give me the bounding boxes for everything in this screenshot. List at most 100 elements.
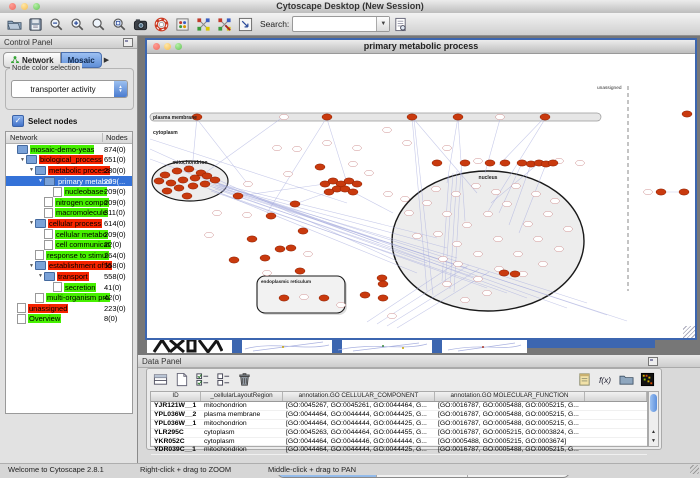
expand-arrow-icon[interactable]: ▼ (28, 220, 35, 226)
app-title: Cytoscape Desktop (New Session) (0, 1, 700, 11)
matrix-icon[interactable] (638, 370, 657, 389)
zoom-out-icon[interactable] (47, 15, 66, 34)
tree-row[interactable]: cellular metabo209(0) (6, 229, 132, 240)
attribute-table[interactable]: ID_cellularLayoutRegionannotation.GO CEL… (150, 391, 648, 447)
tree-row[interactable]: Overview8(0) (6, 314, 132, 325)
data-panel-title: Data Panel (142, 357, 182, 366)
vizmapper-icon[interactable] (236, 15, 255, 34)
table-scrollbar[interactable]: ▲ ▼ (648, 391, 659, 447)
scroll-up-icon[interactable]: ▲ (649, 428, 658, 437)
table-row[interactable]: YPL036W__1mitochondrion[GO:0044464, GO:0… (151, 420, 647, 429)
file-icon (35, 250, 44, 260)
search-label: Search: (260, 19, 289, 29)
folder-icon (35, 166, 46, 175)
tab-overflow-arrow[interactable]: ▶ (104, 56, 109, 64)
tree-row[interactable]: nitrogen compo209(0) (6, 197, 132, 208)
tree-row[interactable]: ▼primary metabol209(... (6, 176, 132, 187)
scroll-down-icon[interactable]: ▼ (649, 437, 658, 446)
network-canvas[interactable]: plasma membranecytoplasmmitochondrionnuc… (147, 53, 695, 332)
tree-row[interactable]: response to stimul264(0) (6, 250, 132, 261)
network-edit-icon[interactable] (215, 15, 234, 34)
table-row[interactable]: YLR295Ccytoplasm[GO:0045263, GO:0044464,… (151, 429, 647, 438)
expand-arrow-icon[interactable]: ▼ (37, 178, 44, 184)
file-icon (17, 314, 26, 324)
search-combobox[interactable]: ▼ (292, 16, 390, 32)
float-panel-icon[interactable] (123, 38, 133, 47)
formula-icon[interactable]: f(x) (596, 370, 615, 389)
view-resize-grip[interactable] (683, 326, 695, 338)
file-icon (53, 282, 62, 292)
attr-new-icon[interactable] (172, 370, 191, 389)
folder-icon (17, 145, 28, 154)
tree-row[interactable]: secretion41(0) (6, 282, 132, 293)
window-resize-grip[interactable] (690, 465, 699, 474)
expand-arrow-icon[interactable]: ▼ (19, 157, 26, 163)
select-nodes-checkbox[interactable]: ✓ (12, 115, 24, 127)
background-zoomed-network (151, 339, 223, 353)
tree-row[interactable]: unassigned223(0) (6, 303, 132, 314)
column-header[interactable]: annotation.GO CELLULAR_COMPONENT (283, 392, 435, 401)
search-options-button[interactable] (391, 15, 410, 34)
load-attrs-icon[interactable] (617, 370, 636, 389)
attr-delete-icon[interactable] (235, 370, 254, 389)
svg-text:f(x): f(x) (599, 375, 611, 385)
save-icon[interactable] (26, 15, 45, 34)
tree-row[interactable]: nucleobase-209(0) (6, 186, 132, 197)
status-zoom-hint: Right-click + drag to ZOOM (140, 465, 231, 474)
expand-arrow-icon[interactable]: ▼ (37, 273, 44, 279)
tree-row[interactable]: multi-organism pro42(0) (6, 292, 132, 303)
help-icon[interactable] (152, 15, 171, 34)
expand-arrow-icon[interactable]: ▼ (28, 263, 35, 269)
zoom-selected-icon[interactable] (89, 15, 108, 34)
background-window-border (232, 340, 242, 353)
status-bar: Welcome to Cytoscape 2.8.1 Right-click +… (0, 463, 700, 475)
table-row[interactable]: YJR121W__1mitochondrion[GO:0045267, GO:0… (151, 402, 647, 411)
chevron-down-icon[interactable]: ▼ (376, 17, 389, 31)
view-title: primary metabolic process (147, 41, 695, 51)
tree-row[interactable]: cell communicat22(0) (6, 239, 132, 250)
tree-row[interactable]: mosaic-demo-yeast874(0) (6, 144, 132, 155)
unselect-all-icon[interactable] (214, 370, 233, 389)
table-row[interactable]: YKR052Ccytoplasm[GO:0044464, GO:0044446,… (151, 438, 647, 447)
select-all-icon[interactable] (193, 370, 212, 389)
tree-row[interactable]: ▼establishment of lo558(0) (6, 261, 132, 272)
import-attrs-icon[interactable] (575, 370, 594, 389)
tree-row[interactable]: ▼cellular process614(0) (6, 218, 132, 229)
view-titlebar[interactable]: primary metabolic process (147, 40, 695, 54)
tree-row[interactable]: ▼metabolic process280(0) (6, 165, 132, 176)
control-panel-title: Control Panel (4, 38, 52, 47)
float-panel-icon[interactable] (648, 357, 658, 366)
column-header[interactable]: _cellularLayoutRegion (201, 392, 283, 401)
search-input[interactable] (293, 17, 376, 31)
tree-header[interactable]: Network Nodes (6, 132, 132, 144)
scrollbar-thumb[interactable] (650, 394, 657, 412)
node-color-dropdown[interactable]: transporter activity ▲▼ (11, 80, 128, 98)
folder-icon (26, 155, 37, 164)
snapshot-icon[interactable] (131, 15, 150, 34)
table-row[interactable]: YDR039C__1mitochondrion[GO:0044464, GO:0… (151, 446, 647, 455)
tree-row[interactable]: macromolecule311(0) (6, 208, 132, 219)
table-row[interactable]: YPL036W__2plasma membrane[GO:0044464, GO… (151, 411, 647, 420)
svg-text:plasma membrane: plasma membrane (153, 115, 197, 121)
tree-row[interactable]: ▼transport558(0) (6, 271, 132, 282)
data-panel: Data Panel f(x) ID_cellularLayoutRegiona… (138, 355, 700, 463)
main-toolbar: Search: ▼ (0, 13, 700, 36)
expand-arrow-icon[interactable]: ▼ (28, 167, 35, 173)
file-icon (44, 229, 53, 239)
zoom-fit-icon[interactable] (110, 15, 129, 34)
plugin-grid-icon[interactable] (173, 15, 192, 34)
attr-select-icon[interactable] (151, 370, 170, 389)
zoom-in-icon[interactable] (68, 15, 87, 34)
open-icon[interactable] (5, 15, 24, 34)
column-header[interactable] (585, 392, 647, 401)
folder-icon (35, 261, 46, 270)
folder-icon (35, 219, 46, 228)
annotation-network-icon[interactable] (194, 15, 213, 34)
dropdown-stepper-icon: ▲▼ (114, 81, 127, 97)
tree-row[interactable]: ▼biological_process651(0) (6, 155, 132, 166)
network-desktop: primary metabolic process plasma membran… (138, 36, 700, 355)
file-icon (35, 293, 44, 303)
column-header[interactable]: annotation.GO MOLECULAR_FUNCTION (435, 392, 585, 401)
status-pan-hint: Middle-click + drag to PAN (268, 465, 356, 474)
column-header[interactable]: ID (151, 392, 201, 401)
